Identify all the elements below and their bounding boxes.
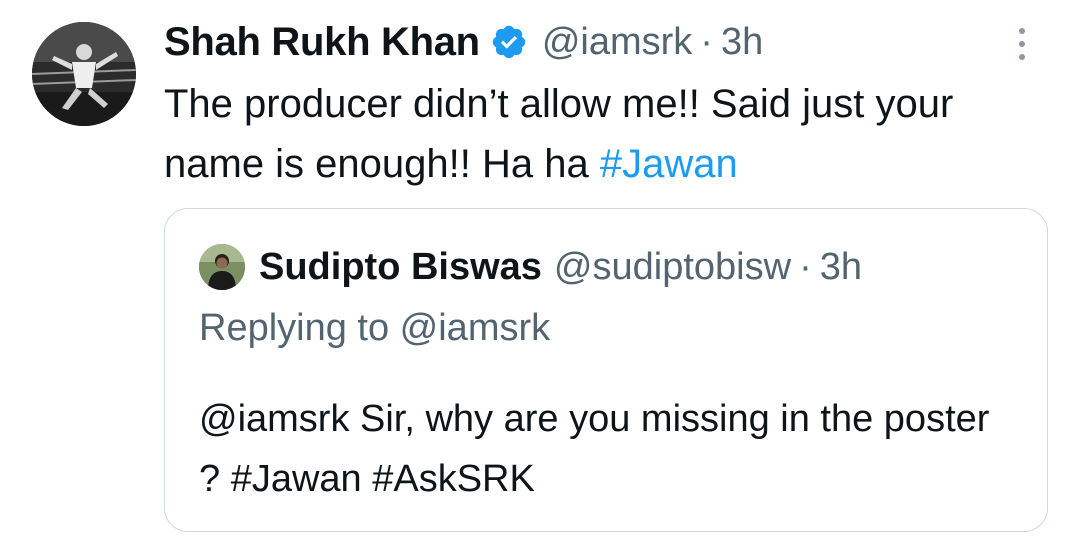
author-handle[interactable]: @iamsrk [542,21,692,64]
quoted-author-handle[interactable]: @sudiptobisw [554,246,791,289]
tweet-time[interactable]: 3h [721,21,763,64]
hashtag-link[interactable]: #Jawan [600,142,738,186]
avatar-photo [32,22,136,126]
quoted-tweet-time[interactable]: 3h [820,246,862,289]
separator-dot: · [700,20,713,63]
more-options-icon[interactable] [1012,24,1032,64]
author-avatar[interactable] [32,22,136,126]
quoted-author-name[interactable]: Sudipto Biswas [259,246,542,289]
tweet-text: The producer didn’t allow me!! Said just… [164,74,1044,194]
quoted-separator-dot: · [799,245,812,288]
quoted-tweet-text: @iamsrk Sir, why are you missing in the … [199,398,990,500]
tweet[interactable]: Shah Rukh Khan @iamsrk · 3h The producer… [0,0,1080,550]
quoted-tweet-header: Sudipto Biswas @sudiptobisw · 3h [259,239,862,295]
quoted-author-avatar[interactable] [199,244,245,290]
tweet-header: Shah Rukh Khan @iamsrk · 3h [164,14,763,70]
quoted-avatar-photo [199,244,245,290]
replying-to-label: Replying to @iamsrk [199,307,551,349]
tweet-text-main: The producer didn’t allow me!! Said just… [164,82,954,186]
verified-badge-icon [490,23,528,61]
quoted-tweet[interactable]: Sudipto Biswas @sudiptobisw · 3h Replyin… [164,208,1048,532]
author-name[interactable]: Shah Rukh Khan [164,20,480,65]
